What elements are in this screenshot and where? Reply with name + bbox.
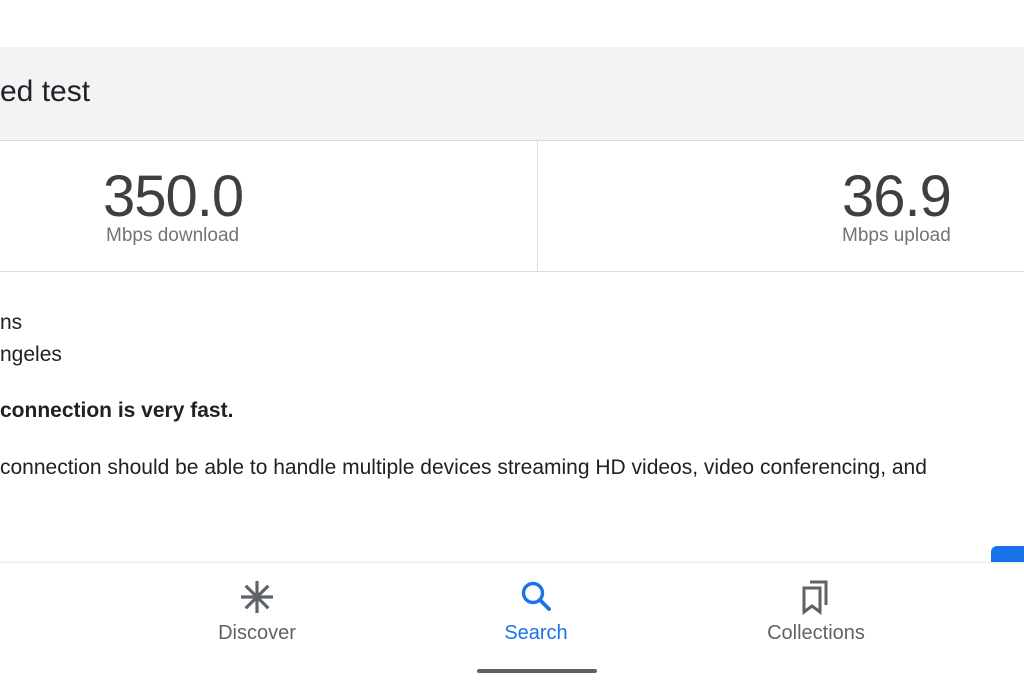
upload-speed-value: 36.9 [842, 164, 952, 229]
results-divider [537, 141, 538, 271]
speed-test-page: ed test 350.0 Mbps download 36.9 Mbps up… [0, 0, 1024, 683]
latency-text: ns [0, 311, 23, 334]
speed-test-header: ed test [0, 47, 1024, 141]
nav-item-collections[interactable]: Collections [716, 577, 916, 657]
server-location-text: ngeles [0, 343, 62, 366]
bookmarks-icon [802, 580, 828, 615]
nav-item-label: Collections [767, 622, 865, 644]
connection-verdict: connection is very fast. [0, 399, 234, 422]
download-speed-value: 350.0 [103, 164, 244, 229]
download-speed-label: Mbps download [106, 225, 240, 246]
speed-results: 350.0 Mbps download 36.9 Mbps upload [0, 141, 1024, 272]
bottom-navigation: Discover Search Collections [0, 562, 1024, 683]
upload-speed-label: Mbps upload [842, 225, 951, 246]
connection-description: connection should be able to handle mult… [0, 456, 927, 479]
home-indicator [477, 669, 597, 673]
nav-item-label: Discover [218, 622, 296, 644]
search-icon [521, 581, 551, 611]
nav-item-search[interactable]: Search [436, 577, 636, 657]
nav-item-discover[interactable]: Discover [157, 577, 357, 657]
page-title: ed test [0, 75, 91, 108]
asterisk-icon [241, 581, 273, 613]
nav-item-label: Search [504, 622, 568, 644]
